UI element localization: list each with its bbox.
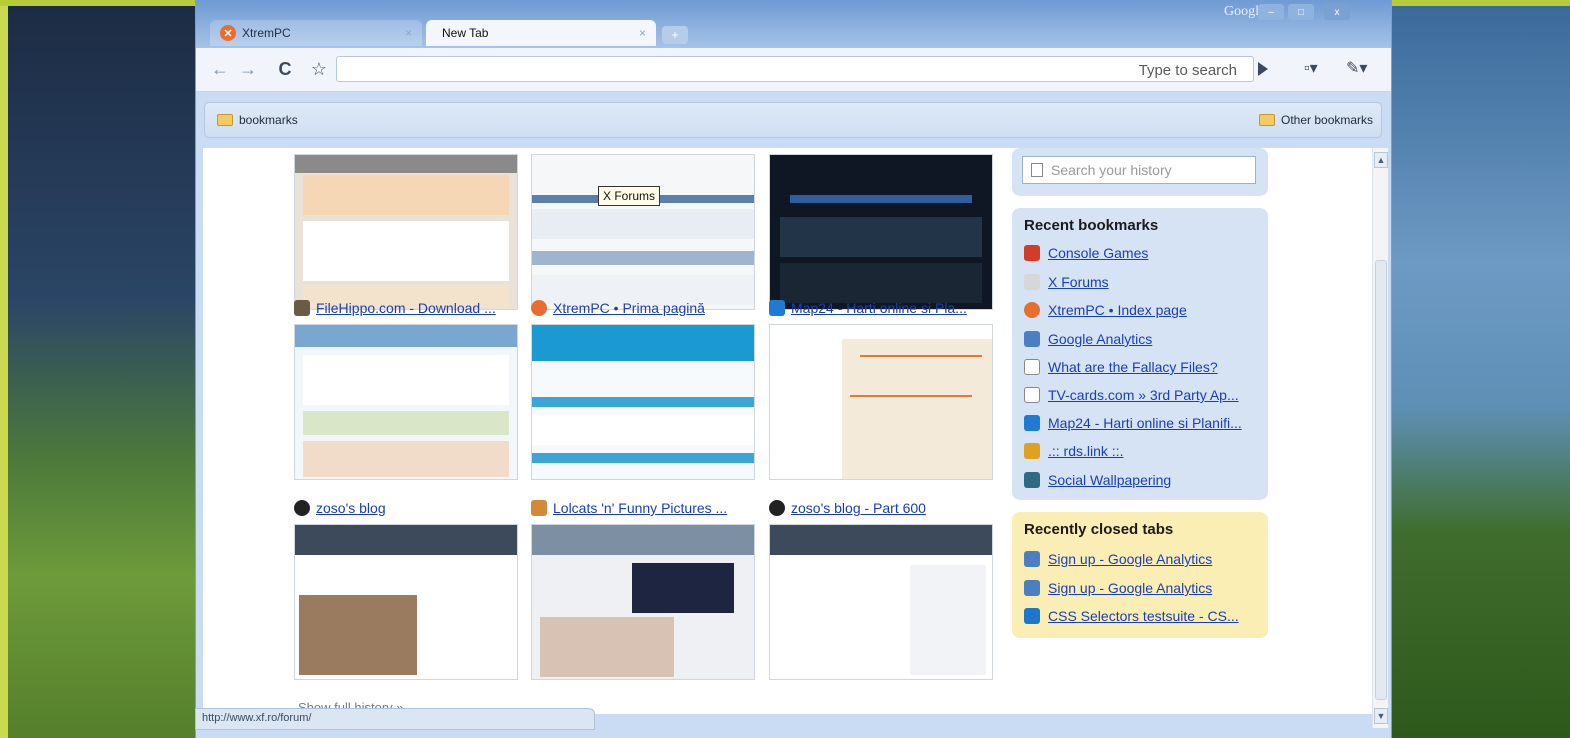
- recently-closed-item[interactable]: Sign up - Google Analytics: [1024, 580, 1264, 596]
- recently-closed-item[interactable]: Sign up - Google Analytics: [1024, 551, 1264, 567]
- zoso-icon: [294, 500, 310, 516]
- thumbnail-5[interactable]: [531, 324, 755, 480]
- thumbnail-1[interactable]: [294, 154, 518, 310]
- folder-icon: [217, 114, 233, 126]
- history-search-input[interactable]: Search your history: [1022, 156, 1256, 184]
- wrench-menu-icon[interactable]: ✎▾: [1346, 58, 1367, 78]
- address-placeholder: Type to search: [1138, 62, 1237, 79]
- recent-bookmark-item[interactable]: Console Games: [1024, 245, 1264, 261]
- thumbnail-tooltip: X Forums: [598, 186, 661, 206]
- star-button[interactable]: ☆: [306, 56, 332, 82]
- thumbnail-9[interactable]: [769, 524, 993, 680]
- history-search-placeholder: Search your history: [1051, 162, 1172, 178]
- page-icon: [1024, 387, 1040, 403]
- thumbnail-title-filehippo[interactable]: FileHippo.com - Download ...: [294, 300, 524, 316]
- recent-bookmark-item[interactable]: X Forums: [1024, 274, 1264, 290]
- recent-bookmarks-heading: Recent bookmarks: [1024, 217, 1159, 234]
- go-icon[interactable]: [1258, 62, 1268, 76]
- social-icon: [1024, 472, 1040, 488]
- desktop-edge: [0, 6, 8, 738]
- page-icon: [1024, 359, 1040, 375]
- thumbnail-title-lolcats[interactable]: Lolcats 'n' Funny Pictures ...: [531, 500, 761, 516]
- tab-label: XtremPC: [242, 26, 291, 40]
- xtrempc-icon: ✕: [220, 25, 236, 41]
- xtrempc-icon: [531, 300, 547, 316]
- title-bar: ✕ XtremPC × New Tab × + Google – □ x: [196, 0, 1391, 48]
- new-tab-button[interactable]: +: [662, 26, 688, 44]
- analytics-icon: [1024, 331, 1040, 347]
- folder-icon: [1259, 114, 1275, 126]
- lolcats-icon: [531, 500, 547, 516]
- recent-bookmark-item[interactable]: Social Wallpapering: [1024, 472, 1264, 488]
- address-bar[interactable]: Type to search: [336, 56, 1254, 82]
- filehippo-icon: [294, 300, 310, 316]
- map24-icon: [769, 300, 785, 316]
- analytics-icon: [1024, 580, 1040, 596]
- page-icon: [1031, 163, 1043, 177]
- page-menu-icon[interactable]: ▫▾: [1304, 58, 1318, 78]
- forward-button[interactable]: →: [236, 56, 260, 82]
- thumbnail-3[interactable]: [769, 154, 993, 310]
- status-bar: http://www.xf.ro/forum/: [195, 708, 595, 730]
- css3-icon: [1024, 608, 1040, 624]
- thumbnail-6[interactable]: [769, 324, 993, 480]
- close-icon[interactable]: ×: [405, 26, 412, 40]
- thumbnail-2[interactable]: [531, 154, 755, 310]
- other-bookmarks-folder[interactable]: Other bookmarks: [1259, 113, 1373, 127]
- back-button[interactable]: ←: [208, 56, 232, 82]
- desktop-wallpaper-right: [1392, 6, 1570, 738]
- toolbar: ← → C ☆ Type to search ▫▾ ✎▾: [196, 48, 1391, 92]
- close-icon[interactable]: ×: [639, 26, 646, 40]
- minimize-button[interactable]: –: [1258, 4, 1284, 20]
- scroll-thumb[interactable]: [1375, 260, 1387, 700]
- recent-bookmark-item[interactable]: .:: rds.link ::.: [1024, 443, 1264, 459]
- thumbnail-title-zoso-part[interactable]: zoso's blog - Part 600: [769, 500, 999, 516]
- recently-closed-heading: Recently closed tabs: [1024, 521, 1174, 538]
- map24-icon: [1024, 415, 1040, 431]
- recent-bookmark-item[interactable]: XtremPC • Index page: [1024, 302, 1264, 318]
- vertical-scrollbar[interactable]: ▲ ▼: [1372, 148, 1388, 728]
- thumbnail-4[interactable]: [294, 324, 518, 480]
- desktop-wallpaper-left: [0, 6, 195, 738]
- scroll-down-button[interactable]: ▼: [1374, 708, 1388, 724]
- recent-bookmark-item[interactable]: TV-cards.com » 3rd Party Ap...: [1024, 387, 1264, 403]
- thumbnail-title-zoso[interactable]: zoso's blog: [294, 500, 524, 516]
- rds-icon: [1024, 443, 1040, 459]
- tab-new-tab[interactable]: New Tab ×: [426, 20, 656, 46]
- tab-xtrempc[interactable]: ✕ XtremPC ×: [210, 20, 422, 46]
- bookmarks-folder-label: bookmarks: [239, 113, 298, 127]
- recent-bookmark-item[interactable]: What are the Fallacy Files?: [1024, 359, 1264, 375]
- close-window-button[interactable]: x: [1324, 4, 1350, 20]
- cg-icon: [1024, 245, 1040, 261]
- scroll-up-button[interactable]: ▲: [1374, 152, 1388, 168]
- recent-bookmark-item[interactable]: Google Analytics: [1024, 331, 1264, 347]
- bookmarks-folder[interactable]: bookmarks: [217, 113, 298, 127]
- xtrempc-icon: [1024, 302, 1040, 318]
- thumbnail-title-map24[interactable]: Map24 - Harti online si Pla...: [769, 300, 999, 316]
- thumbnail-title-xtrempc[interactable]: XtremPC • Prima pagină: [531, 300, 761, 316]
- analytics-icon: [1024, 551, 1040, 567]
- zoso-icon: [769, 500, 785, 516]
- tab-label: New Tab: [442, 26, 489, 40]
- thumbnail-7[interactable]: [294, 524, 518, 680]
- other-bookmarks-label: Other bookmarks: [1281, 113, 1374, 127]
- reload-button[interactable]: C: [272, 56, 298, 82]
- recently-closed-item[interactable]: CSS Selectors testsuite - CS...: [1024, 608, 1264, 624]
- maximize-button[interactable]: □: [1288, 4, 1314, 20]
- bookmarks-bar: bookmarks Other bookmarks: [204, 102, 1382, 138]
- recent-bookmark-item[interactable]: Map24 - Harti online si Planifi...: [1024, 415, 1264, 431]
- x-forums-icon: [1024, 274, 1040, 290]
- thumbnail-8[interactable]: [531, 524, 755, 680]
